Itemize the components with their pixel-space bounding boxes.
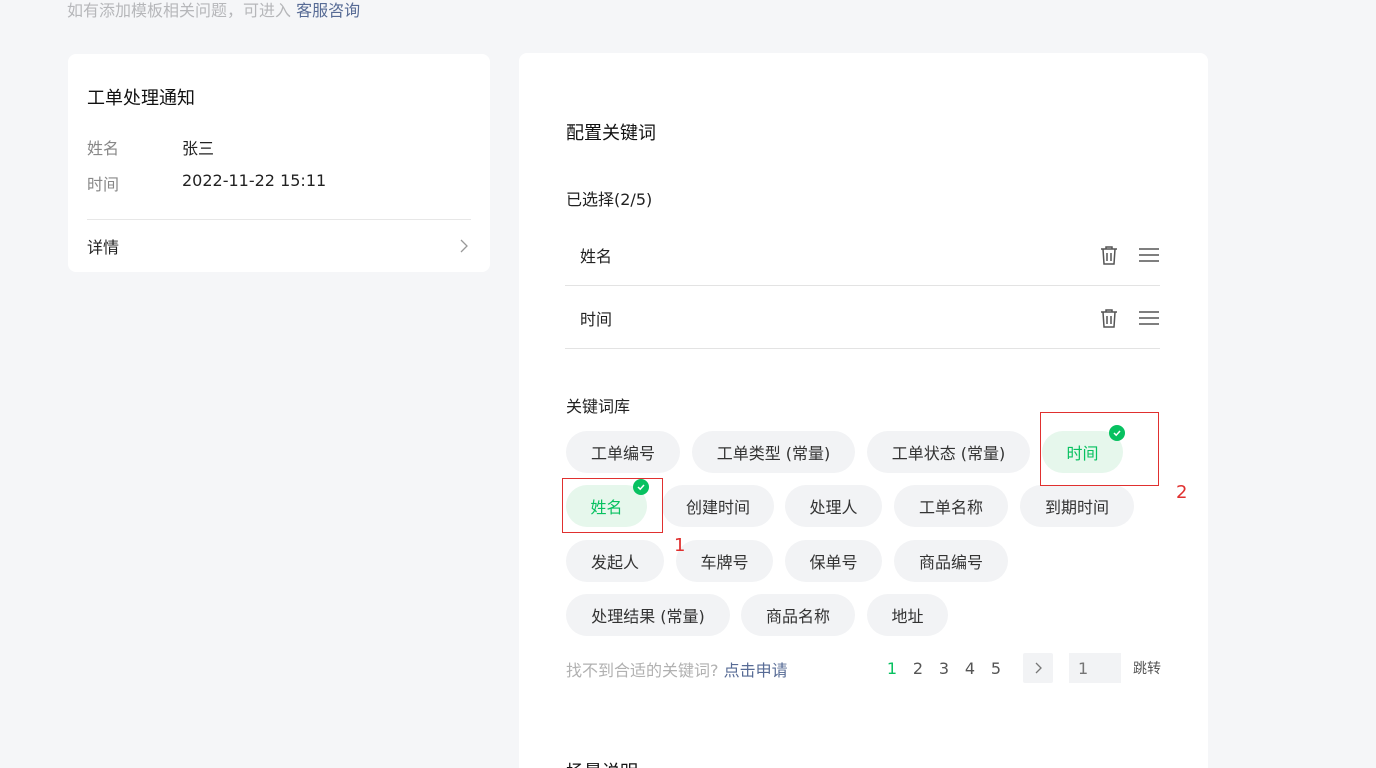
chevron-right-icon (460, 239, 468, 252)
keyword-chip[interactable]: 工单编号 (566, 431, 680, 473)
page-number[interactable]: 2 (905, 659, 931, 678)
trash-icon[interactable] (1098, 244, 1120, 266)
chip-label: 保单号 (809, 553, 858, 572)
keyword-chip[interactable]: 工单名称 (894, 485, 1008, 527)
keyword-chip[interactable]: 到期时间 (1020, 485, 1134, 527)
chip-label: 地址 (891, 607, 924, 626)
next-page-button[interactable] (1023, 653, 1053, 683)
chip-label: 商品编号 (918, 553, 983, 572)
chip-label: 车牌号 (700, 553, 749, 572)
drag-handle-icon[interactable] (1138, 244, 1160, 266)
annotation-box-2 (1040, 412, 1159, 486)
selected-keyword-name: 时间 (580, 309, 613, 329)
chip-label: 工单编号 (590, 444, 655, 463)
scene-description-title: 场景说明 (566, 758, 638, 768)
selected-keyword-name: 姓名 (580, 246, 613, 266)
preview-row-value: 张三 (182, 139, 215, 158)
chip-label: 工单类型 (常量) (716, 444, 831, 463)
detail-label: 详情 (87, 237, 120, 257)
page-jump-input[interactable] (1069, 653, 1121, 683)
keyword-chip[interactable]: 处理结果 (常量) (566, 594, 730, 636)
page-number[interactable]: 3 (931, 659, 957, 678)
keyword-chip[interactable]: 商品编号 (894, 540, 1008, 582)
config-title: 配置关键词 (566, 123, 656, 144)
selected-keyword-row: 时间 (565, 287, 1160, 349)
chip-label: 处理结果 (常量) (591, 607, 705, 626)
jump-button[interactable]: 跳转 (1133, 658, 1161, 678)
annotation-label-2: 2 (1176, 482, 1188, 503)
chip-label: 处理人 (809, 498, 858, 517)
keyword-chip[interactable]: 车牌号 (676, 540, 773, 582)
keyword-chip[interactable]: 发起人 (566, 540, 664, 582)
apply-keyword-link[interactable]: 点击申请 (724, 661, 788, 680)
preview-row-key: 姓名 (87, 139, 120, 158)
notfound-text: 找不到合适的关键词? (566, 661, 724, 680)
chip-label: 到期时间 (1044, 498, 1109, 517)
pagination: 1 2 3 4 5 跳转 (879, 653, 1161, 683)
keyword-not-found-hint: 找不到合适的关键词? 点击申请 (566, 657, 788, 681)
keyword-chip[interactable]: 创建时间 (662, 485, 774, 527)
selected-count: 已选择(2/5) (566, 190, 653, 209)
chevron-right-icon (1035, 662, 1042, 674)
chip-label: 工单名称 (918, 498, 983, 517)
preview-title: 工单处理通知 (87, 88, 195, 109)
chip-label: 工单状态 (常量) (891, 444, 1006, 463)
preview-detail-link[interactable]: 详情 (87, 219, 471, 272)
keyword-chip[interactable]: 商品名称 (741, 594, 855, 636)
keyword-chip[interactable]: 处理人 (785, 485, 882, 527)
keyword-library-title: 关键词库 (566, 397, 631, 416)
annotation-box-1 (562, 478, 663, 533)
help-hint-text: 如有添加模板相关问题，可进入 (67, 1, 297, 20)
annotation-label-1: 1 (674, 535, 686, 556)
keyword-chip[interactable]: 工单状态 (常量) (867, 431, 1030, 473)
preview-row-key: 时间 (87, 175, 120, 194)
keyword-chip[interactable]: 工单类型 (常量) (692, 431, 855, 473)
chip-label: 商品名称 (765, 607, 830, 626)
preview-row-value: 2022-11-22 15:11 (182, 171, 327, 190)
page-number[interactable]: 4 (957, 659, 983, 678)
drag-handle-icon[interactable] (1138, 307, 1160, 329)
page-number-current[interactable]: 1 (879, 659, 905, 678)
keyword-chip[interactable]: 地址 (867, 594, 948, 636)
preview-row-name: 姓名 张三 (87, 135, 214, 159)
selected-keyword-row: 姓名 (565, 224, 1160, 286)
chip-label: 创建时间 (686, 498, 751, 517)
help-hint: 如有添加模板相关问题，可进入 客服咨询 (67, 0, 360, 22)
preview-row-time: 时间 2022-11-22 15:11 (87, 171, 326, 195)
chip-label: 发起人 (590, 553, 639, 572)
template-preview-card: 工单处理通知 姓名 张三 时间 2022-11-22 15:11 详情 (68, 54, 490, 272)
keyword-config-panel: 配置关键词 已选择(2/5) 姓名 时间 关键词库 工单编号 工单类型 (常量)… (519, 53, 1208, 768)
page-number[interactable]: 5 (983, 659, 1009, 678)
trash-icon[interactable] (1098, 307, 1120, 329)
keyword-chip[interactable]: 保单号 (785, 540, 882, 582)
customer-service-link[interactable]: 客服咨询 (296, 1, 360, 20)
